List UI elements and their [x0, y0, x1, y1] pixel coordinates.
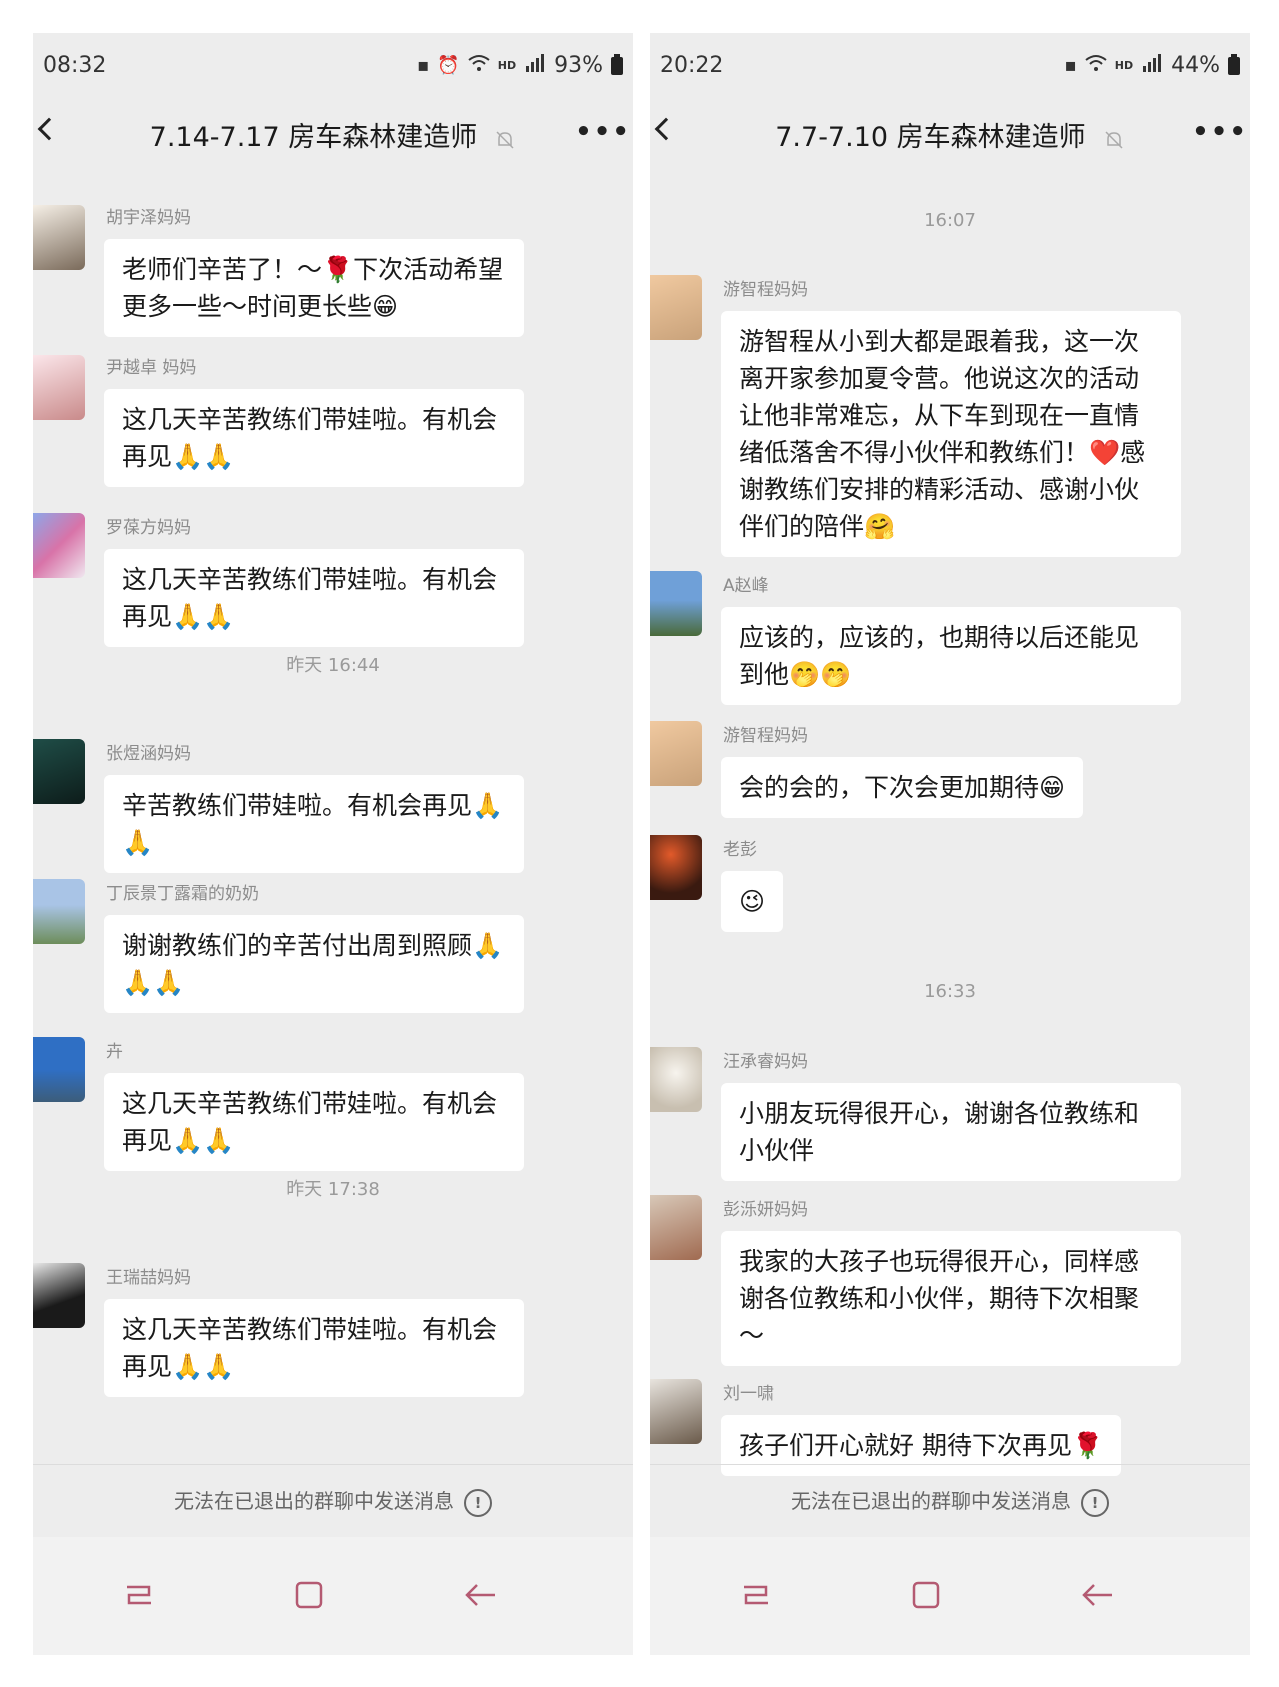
message-bubble[interactable]: 会的会的，下次会更加期待😁 [721, 757, 1084, 818]
message-bubble[interactable]: 谢谢教练们的辛苦付出周到照顾🙏🙏🙏 [104, 915, 524, 1013]
more-icon[interactable]: ••• [1192, 117, 1248, 147]
signal-icon [524, 53, 546, 78]
sim-icon: ▪ [1064, 55, 1077, 76]
avatar[interactable] [650, 1379, 702, 1444]
avatar[interactable] [650, 721, 702, 786]
sender-name: 丁辰景丁露霜的奶奶 [106, 884, 259, 904]
timestamp: 昨天 16:44 [286, 655, 380, 676]
message-bubble[interactable]: 我家的大孩子也玩得很开心，同样感谢各位教练和小伙伴，期待下次相聚～ [721, 1231, 1181, 1366]
message-list: 胡宇泽妈妈 老师们辛苦了！～🌹下次活动希望更多一些～时间更长些😁 尹越卓 妈妈 … [33, 165, 633, 1465]
sender-name: 刘一啸 [723, 1384, 774, 1404]
mute-bell-icon [1103, 129, 1125, 155]
chat-title: 7.7-7.10 房车森林建造师 [775, 122, 1086, 153]
sender-name: 卉 [106, 1042, 123, 1062]
recent-apps-icon[interactable] [119, 1575, 159, 1615]
status-time: 20:22 [660, 53, 724, 78]
status-bar: 08:32 ▪ ⏰ HD 93% [33, 33, 633, 95]
sender-name: 张煜涵妈妈 [106, 744, 191, 764]
back-nav-icon[interactable] [461, 1575, 501, 1615]
sender-name: 罗葆方妈妈 [106, 518, 191, 538]
avatar[interactable] [650, 275, 702, 340]
left-phone-screenshot: 08:32 ▪ ⏰ HD 93% 7.14-7.17 房车森林建造师 ••• 胡… [33, 33, 633, 1655]
sim-icon: ▪ [417, 55, 430, 76]
sender-name: 王瑞喆妈妈 [106, 1268, 191, 1288]
avatar[interactable] [650, 1047, 702, 1112]
wifi-icon [1085, 54, 1107, 77]
hd-icon: HD [497, 59, 517, 72]
alarm-icon: ⏰ [437, 55, 460, 76]
avatar[interactable] [33, 879, 85, 944]
info-icon[interactable]: ! [1081, 1488, 1109, 1517]
avatar[interactable] [33, 739, 85, 804]
home-icon[interactable] [906, 1575, 946, 1615]
system-nav-bar [33, 1537, 633, 1655]
sender-name: 游智程妈妈 [723, 726, 808, 746]
avatar[interactable] [33, 1263, 85, 1328]
status-icons: ▪ ⏰ HD 93% [417, 53, 623, 78]
more-icon[interactable]: ••• [575, 117, 631, 147]
message-bubble[interactable]: 这几天辛苦教练们带娃啦。有机会再见🙏🙏 [104, 1073, 524, 1171]
mute-bell-icon [494, 129, 516, 155]
system-nav-bar [650, 1537, 1250, 1655]
exited-group-text: 无法在已退出的群聊中发送消息 [791, 1489, 1071, 1513]
chat-header: 7.7-7.10 房车森林建造师 ••• [650, 95, 1250, 165]
message-bubble[interactable]: 游智程从小到大都是跟着我，这一次离开家参加夏令营。他说这次的活动让他非常难忘，从… [721, 311, 1181, 557]
battery-percent: 44% [1171, 53, 1220, 78]
chat-header: 7.14-7.17 房车森林建造师 ••• [33, 95, 633, 165]
wifi-icon [468, 54, 490, 77]
timestamp: 16:33 [924, 981, 976, 1002]
exited-group-notice: 无法在已退出的群聊中发送消息! [650, 1464, 1250, 1537]
sender-name: 汪承睿妈妈 [723, 1052, 808, 1072]
timestamp: 16:07 [924, 210, 976, 231]
exited-group-text: 无法在已退出的群聊中发送消息 [174, 1489, 454, 1513]
chat-title: 7.14-7.17 房车森林建造师 [149, 122, 478, 153]
message-list: 16:07 游智程妈妈 游智程从小到大都是跟着我，这一次离开家参加夏令营。他说这… [650, 165, 1250, 1476]
avatar[interactable] [33, 355, 85, 420]
message-bubble[interactable]: 小朋友玩得很开心，谢谢各位教练和小伙伴 [721, 1083, 1181, 1181]
battery-percent: 93% [554, 53, 603, 78]
sender-name: A赵峰 [723, 576, 769, 596]
home-icon[interactable] [289, 1575, 329, 1615]
message-bubble[interactable]: 这几天辛苦教练们带娃啦。有机会再见🙏🙏 [104, 389, 524, 487]
signal-icon [1141, 53, 1163, 78]
avatar[interactable] [650, 571, 702, 636]
sender-name: 尹越卓 妈妈 [106, 358, 197, 378]
sender-name: 老彭 [723, 840, 757, 860]
exited-group-notice: 无法在已退出的群聊中发送消息! [33, 1464, 633, 1537]
timestamp: 昨天 17:38 [286, 1179, 380, 1200]
message-bubble[interactable]: 这几天辛苦教练们带娃啦。有机会再见🙏🙏 [104, 1299, 524, 1397]
hd-icon: HD [1114, 59, 1134, 72]
avatar[interactable] [650, 835, 702, 900]
info-icon[interactable]: ! [464, 1488, 492, 1517]
sender-name: 彭泺妍妈妈 [723, 1200, 808, 1220]
sender-name: 胡宇泽妈妈 [106, 208, 191, 228]
back-nav-icon[interactable] [1078, 1575, 1118, 1615]
status-icons: ▪ HD 44% [1065, 53, 1240, 78]
avatar[interactable] [33, 205, 85, 270]
message-bubble[interactable]: 😉 [721, 871, 784, 932]
avatar[interactable] [650, 1195, 702, 1260]
avatar[interactable] [33, 513, 85, 578]
message-bubble[interactable]: 应该的，应该的，也期待以后还能见到他🤭🤭 [721, 607, 1181, 705]
message-bubble[interactable]: 老师们辛苦了！～🌹下次活动希望更多一些～时间更长些😁 [104, 239, 524, 337]
right-phone-screenshot: 20:22 ▪ HD 44% 7.7-7.10 房车森林建造师 ••• 16:0… [650, 33, 1250, 1655]
status-time: 08:32 [43, 53, 107, 78]
message-bubble[interactable]: 辛苦教练们带娃啦。有机会再见🙏🙏 [104, 775, 524, 873]
message-bubble[interactable]: 这几天辛苦教练们带娃啦。有机会再见🙏🙏 [104, 549, 524, 647]
recent-apps-icon[interactable] [736, 1575, 776, 1615]
battery-icon [611, 53, 623, 75]
battery-icon [1228, 53, 1240, 75]
sender-name: 游智程妈妈 [723, 280, 808, 300]
avatar[interactable] [33, 1037, 85, 1102]
status-bar: 20:22 ▪ HD 44% [650, 33, 1250, 95]
